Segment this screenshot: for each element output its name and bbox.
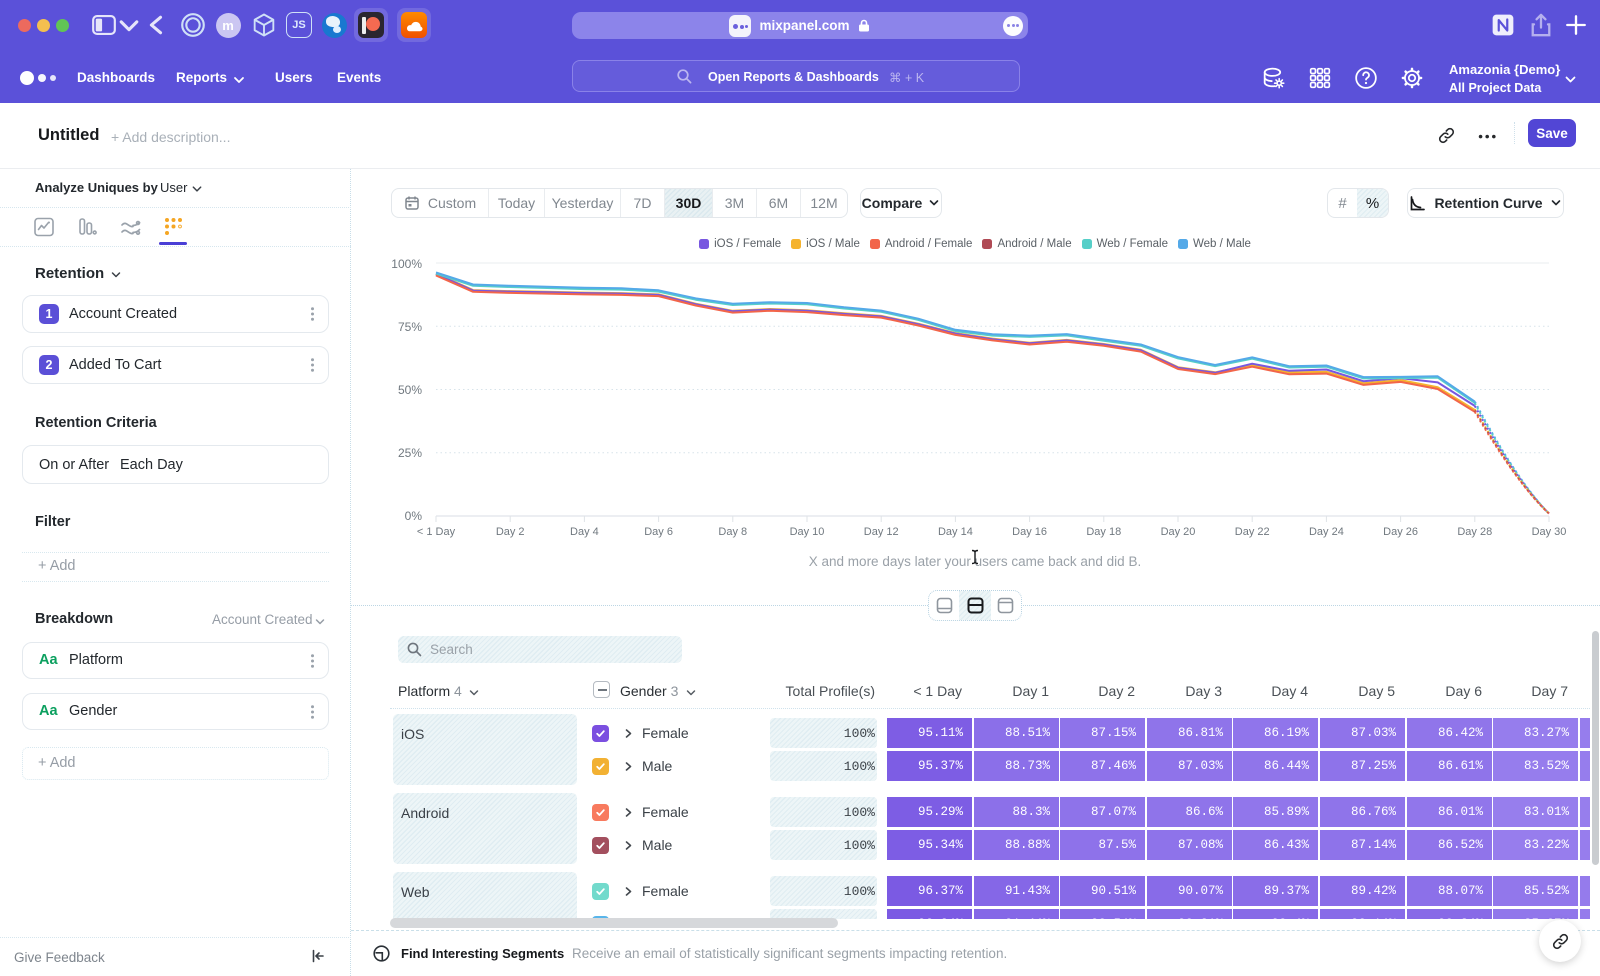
svg-text:< 1 Day: < 1 Day [417, 526, 456, 538]
svg-text:Day 12: Day 12 [864, 526, 899, 538]
svg-text:Day 28: Day 28 [1457, 526, 1492, 538]
svg-text:100%: 100% [391, 257, 422, 271]
svg-text:Day 8: Day 8 [718, 526, 747, 538]
svg-text:Day 14: Day 14 [938, 526, 973, 538]
svg-text:75%: 75% [398, 320, 422, 334]
svg-text:Day 20: Day 20 [1161, 526, 1196, 538]
svg-text:Day 26: Day 26 [1383, 526, 1418, 538]
svg-text:Day 18: Day 18 [1086, 526, 1121, 538]
svg-text:Day 24: Day 24 [1309, 526, 1344, 538]
svg-text:Day 30: Day 30 [1532, 526, 1567, 538]
svg-text:Day 10: Day 10 [790, 526, 825, 538]
svg-text:25%: 25% [398, 446, 422, 460]
svg-text:Day 22: Day 22 [1235, 526, 1270, 538]
svg-text:Day 4: Day 4 [570, 526, 599, 538]
svg-text:0%: 0% [405, 509, 423, 523]
svg-text:50%: 50% [398, 383, 422, 397]
svg-text:Day 6: Day 6 [644, 526, 673, 538]
svg-text:Day 16: Day 16 [1012, 526, 1047, 538]
svg-text:Day 2: Day 2 [496, 526, 525, 538]
